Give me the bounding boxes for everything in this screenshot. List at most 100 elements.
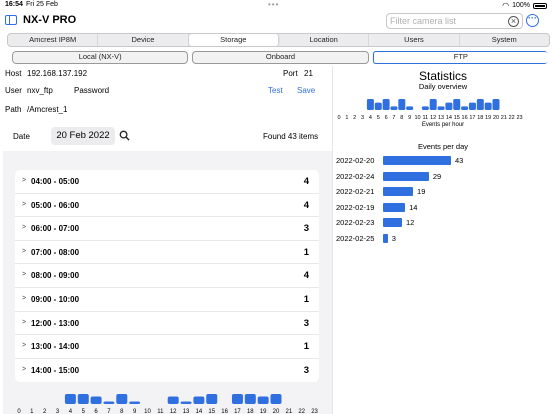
host-field[interactable]: 192.168.137.192: [27, 69, 87, 78]
subtab-onboard[interactable]: Onboard: [192, 51, 369, 64]
day-label: 2022-02-23: [336, 218, 375, 228]
day-count: 14: [409, 202, 418, 212]
camera-filter-input[interactable]: [390, 16, 508, 26]
hour-bar: [270, 394, 282, 404]
overview-bar: [468, 102, 476, 110]
hour-tick: 9: [133, 409, 137, 414]
day-count: 43: [455, 156, 464, 165]
day-row: 2022-02-19 14: [336, 202, 546, 212]
hour-bar: [103, 401, 115, 404]
sidebar-toggle-icon[interactable]: [5, 15, 17, 25]
tab-storage[interactable]: Storage: [188, 34, 279, 46]
list-item[interactable]: >12:00 - 13:00 3: [15, 312, 319, 336]
overview-bar: [421, 106, 429, 110]
list-item[interactable]: >04:00 - 05:00 4: [15, 170, 319, 194]
list-item[interactable]: >14:00 - 15:00 3: [15, 359, 319, 383]
day-bar: [383, 234, 388, 243]
save-button[interactable]: Save: [297, 86, 315, 95]
tab-amcrest-ip8m[interactable]: Amcrest IP8M: [8, 34, 99, 46]
overview-bar: [437, 106, 445, 110]
chevron-right-icon: >: [22, 224, 27, 232]
day-label: 2022-02-25: [336, 234, 375, 243]
overview-tick: 10: [414, 115, 420, 121]
hour-tick: 12: [170, 409, 177, 414]
status-bar: 16:54 Fri 25 Feb ••• ◠ 100%: [0, 0, 552, 12]
time-range: 05:00 - 06:00: [31, 200, 80, 210]
hour-bar: [244, 394, 256, 404]
overview-tick: 1: [345, 115, 348, 121]
day-row: 2022-02-20 43: [336, 155, 546, 165]
clear-search-icon[interactable]: ×: [508, 16, 519, 27]
item-count: 1: [303, 246, 309, 258]
date-label: Date: [13, 132, 30, 141]
list-item[interactable]: >08:00 - 09:00 4: [15, 264, 319, 288]
item-count: 1: [303, 341, 309, 353]
hour-tick: 13: [183, 409, 190, 414]
hour-bar: [77, 394, 89, 404]
status-right: ◠ 100%: [502, 1, 547, 10]
list-item[interactable]: >07:00 - 08:00 1: [15, 241, 319, 265]
hour-tick: 23: [311, 409, 318, 414]
multitask-dots-icon[interactable]: •••: [268, 0, 279, 9]
list-item[interactable]: >13:00 - 14:00 1: [15, 335, 319, 359]
user-field[interactable]: nxv_ftp: [27, 86, 53, 95]
events-per-hour-label: Events per hour: [421, 122, 465, 128]
time-range: 04:00 - 05:00: [31, 177, 80, 186]
path-field[interactable]: /Amcrest_1: [27, 105, 67, 114]
hour-bar: [231, 394, 243, 404]
time-range: 07:00 - 08:00: [31, 247, 80, 257]
overview-tick: 16: [462, 115, 468, 121]
item-count: 1: [303, 293, 309, 305]
password-label: Password: [74, 86, 110, 95]
hour-bar: [64, 394, 76, 404]
day-label: 2022-02-21: [336, 187, 375, 197]
overview-tick: 3: [361, 115, 364, 121]
overview-bar: [366, 99, 374, 110]
day-row: 2022-02-21 19: [336, 186, 546, 197]
chevron-right-icon: >: [22, 365, 27, 373]
time-range: 08:00 - 09:00: [31, 271, 80, 281]
events-per-day-label: Events per day: [417, 142, 469, 151]
overview-tick: 18: [477, 115, 483, 121]
hour-tick: 17: [234, 409, 241, 414]
tab-users[interactable]: Users: [369, 34, 460, 46]
overview-bar: [461, 106, 469, 110]
date-picker[interactable]: 20 Feb 2022: [51, 127, 115, 145]
tab-device[interactable]: Device: [98, 34, 189, 46]
battery-icon: [533, 2, 547, 9]
overview-bar: [445, 102, 453, 110]
found-count: Found 43 items: [263, 132, 319, 141]
list-item[interactable]: >09:00 - 10:00 1: [15, 288, 319, 312]
subtab-ftp[interactable]: FTP: [372, 51, 548, 64]
hour-tick: 16: [221, 409, 228, 414]
app-title: NX-V PRO: [23, 14, 77, 26]
overview-bar: [453, 99, 461, 110]
test-button[interactable]: Test: [268, 86, 283, 95]
hour-tick: 3: [56, 409, 60, 414]
chevron-right-icon: >: [22, 200, 27, 208]
hour-bar: [129, 401, 141, 404]
day-bar: [383, 171, 429, 181]
tab-system[interactable]: System: [460, 34, 549, 46]
search-icon[interactable]: [119, 130, 130, 141]
hour-tick: 5: [82, 409, 86, 414]
time-range: 09:00 - 10:00: [31, 294, 80, 304]
hour-bar: [257, 396, 269, 404]
port-label: Port: [283, 69, 298, 78]
tab-location[interactable]: Location: [279, 34, 370, 46]
more-options-icon[interactable]: ···: [526, 14, 539, 27]
day-count: 12: [405, 218, 415, 228]
chevron-right-icon: >: [22, 247, 27, 255]
item-count: 3: [303, 317, 309, 329]
overview-tick: 20: [493, 115, 499, 121]
time-range: 12:00 - 13:00: [31, 318, 80, 328]
overview-tick: 17: [469, 115, 475, 121]
port-field[interactable]: 21: [304, 69, 313, 78]
overview-tick: 19: [485, 115, 491, 121]
list-item[interactable]: >05:00 - 06:00 4: [15, 194, 319, 218]
item-count: 3: [303, 364, 309, 376]
hour-tick: 7: [107, 409, 111, 414]
subtab-local-nx-v-[interactable]: Local (NX-V): [12, 51, 189, 64]
day-bar: [383, 187, 414, 197]
list-item[interactable]: >06:00 - 07:00 3: [15, 217, 319, 241]
